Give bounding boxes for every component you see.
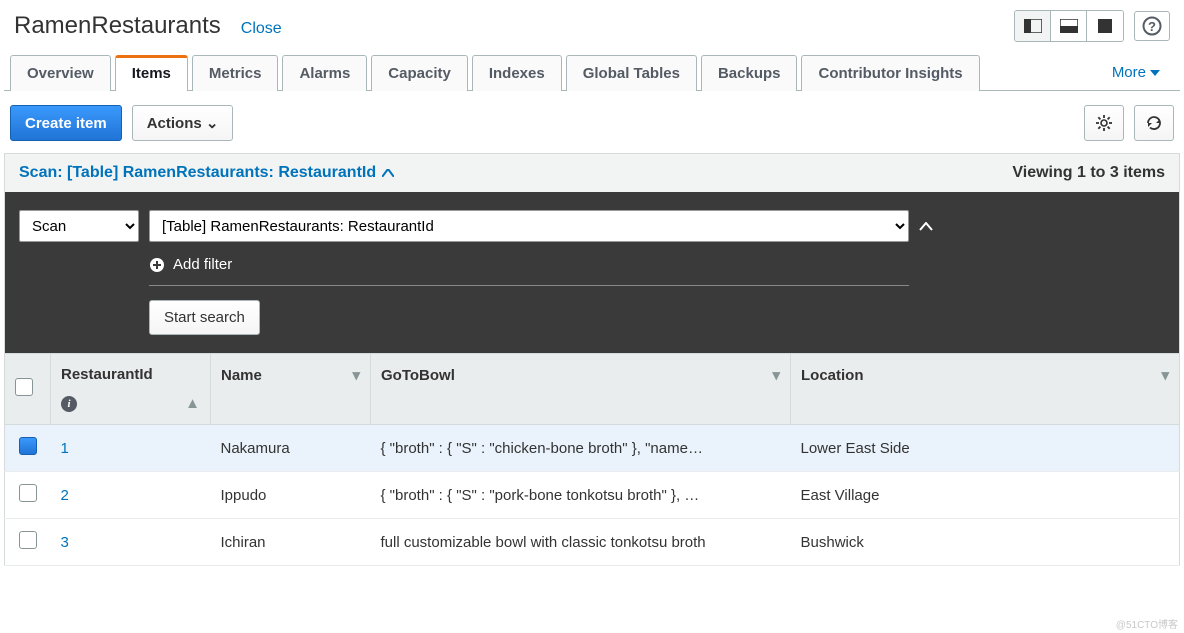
- row-checkbox[interactable]: [19, 531, 37, 549]
- tab-items[interactable]: Items: [115, 55, 188, 91]
- watermark: @51CTO博客: [1116, 616, 1178, 631]
- start-search-wrap: Start search: [149, 300, 1165, 335]
- layout-split-vertical-icon[interactable]: [1015, 11, 1051, 41]
- scan-header-toggle[interactable]: Scan: [Table] RamenRestaurants: Restaura…: [19, 164, 394, 182]
- row-bowl: { "broth" : { "S" : "pork-bone tonkotsu …: [371, 472, 791, 519]
- row-location: East Village: [791, 472, 1180, 519]
- tab-contributor-insights[interactable]: Contributor Insights: [801, 55, 979, 91]
- table-row: 1 Nakamura{ "broth" : { "S" : "chicken-bo…: [5, 425, 1180, 472]
- scan-header-title: Scan: [Table] RamenRestaurants: Restaura…: [19, 164, 376, 182]
- header-right: ?: [1014, 10, 1170, 42]
- refresh-icon: [1145, 114, 1163, 132]
- tab-alarms[interactable]: Alarms: [282, 55, 367, 91]
- scan-controls: Scan [Table] RamenRestaurants: Restauran…: [4, 192, 1180, 353]
- column-header-bowl[interactable]: GoToBowl ▾: [371, 354, 791, 425]
- scan-header: Scan: [Table] RamenRestaurants: Restaura…: [4, 153, 1180, 192]
- scan-collapse-chevron[interactable]: [919, 222, 933, 231]
- scan-mode-select[interactable]: Scan: [19, 210, 139, 242]
- column-bowl-label: GoToBowl: [381, 367, 455, 384]
- tab-global-tables[interactable]: Global Tables: [566, 55, 697, 91]
- plus-circle-icon: [149, 257, 165, 273]
- actions-label: Actions: [147, 115, 202, 132]
- column-location-label: Location: [801, 367, 864, 384]
- start-search-button[interactable]: Start search: [149, 300, 260, 335]
- help-button[interactable]: ?: [1134, 11, 1170, 41]
- sort-icon: ▾: [772, 366, 780, 384]
- tab-capacity[interactable]: Capacity: [371, 55, 468, 91]
- sort-icon: ▾: [1161, 366, 1169, 384]
- chevron-down-icon: ⌄: [206, 115, 219, 132]
- row-location: Lower East Side: [791, 425, 1180, 472]
- scan-item-count: Viewing 1 to 3 items: [1012, 164, 1165, 182]
- tab-metrics[interactable]: Metrics: [192, 55, 279, 91]
- layout-split-horizontal-icon[interactable]: [1051, 11, 1087, 41]
- row-checkbox[interactable]: [19, 484, 37, 502]
- tabs-more[interactable]: More: [1098, 55, 1174, 90]
- column-header-id[interactable]: RestaurantId i ▲: [51, 354, 211, 425]
- panel-actions: Create item Actions ⌄: [4, 91, 1180, 153]
- scan-target-select[interactable]: [Table] RamenRestaurants: RestaurantId: [149, 210, 909, 242]
- header-checkbox-cell: [5, 354, 51, 425]
- table-row: 3 Ichiranfull customizable bowl with clas…: [5, 519, 1180, 566]
- row-bowl: { "broth" : { "S" : "chicken-bone broth"…: [371, 425, 791, 472]
- tab-bar: Overview Items Metrics Alarms Capacity I…: [4, 54, 1180, 91]
- tab-overview[interactable]: Overview: [10, 55, 111, 91]
- add-filter-label: Add filter: [173, 256, 232, 273]
- chevron-down-icon: [1150, 70, 1160, 76]
- column-name-label: Name: [221, 367, 262, 384]
- sort-asc-icon: ▲: [185, 395, 200, 412]
- row-id-link[interactable]: 3: [61, 534, 69, 551]
- row-name: Ichiran: [211, 519, 371, 566]
- settings-button[interactable]: [1084, 105, 1124, 141]
- select-all-checkbox[interactable]: [15, 378, 33, 396]
- row-bowl: full customizable bowl with classic tonk…: [371, 519, 791, 566]
- column-id-label: RestaurantId: [61, 366, 153, 383]
- actions-dropdown[interactable]: Actions ⌄: [132, 105, 234, 141]
- tab-backups[interactable]: Backups: [701, 55, 798, 91]
- header-left: RamenRestaurants Close: [14, 12, 282, 40]
- layout-full-icon[interactable]: [1087, 11, 1123, 41]
- row-id-link[interactable]: 1: [61, 440, 69, 457]
- column-header-location[interactable]: Location ▾: [791, 354, 1180, 425]
- refresh-button[interactable]: [1134, 105, 1174, 141]
- close-link[interactable]: Close: [241, 20, 282, 38]
- chevron-up-icon: [919, 222, 933, 231]
- tab-indexes[interactable]: Indexes: [472, 55, 562, 91]
- panel-actions-left: Create item Actions ⌄: [10, 105, 233, 141]
- gear-icon: [1095, 114, 1113, 132]
- page-header: RamenRestaurants Close ?: [4, 4, 1180, 54]
- chevron-up-icon: [382, 169, 394, 177]
- svg-text:?: ?: [1148, 19, 1156, 34]
- tabs-more-label: More: [1112, 64, 1146, 81]
- create-item-button[interactable]: Create item: [10, 105, 122, 141]
- layout-toggle-group: [1014, 10, 1124, 42]
- table-row: 2 Ippudo{ "broth" : { "S" : "pork-bone to…: [5, 472, 1180, 519]
- row-id-link[interactable]: 2: [61, 487, 69, 504]
- row-location: Bushwick: [791, 519, 1180, 566]
- scan-row: Scan [Table] RamenRestaurants: Restauran…: [19, 210, 1165, 242]
- row-name: Nakamura: [211, 425, 371, 472]
- results-table: RestaurantId i ▲ Name ▾ GoToBowl ▾: [4, 353, 1180, 566]
- row-checkbox[interactable]: [19, 437, 37, 455]
- column-header-name[interactable]: Name ▾: [211, 354, 371, 425]
- add-filter-button[interactable]: Add filter: [149, 256, 909, 286]
- panel-actions-right: [1084, 105, 1174, 141]
- info-icon[interactable]: i: [61, 396, 77, 412]
- table-name: RamenRestaurants: [14, 12, 221, 40]
- sort-icon: ▾: [352, 366, 360, 384]
- row-name: Ippudo: [211, 472, 371, 519]
